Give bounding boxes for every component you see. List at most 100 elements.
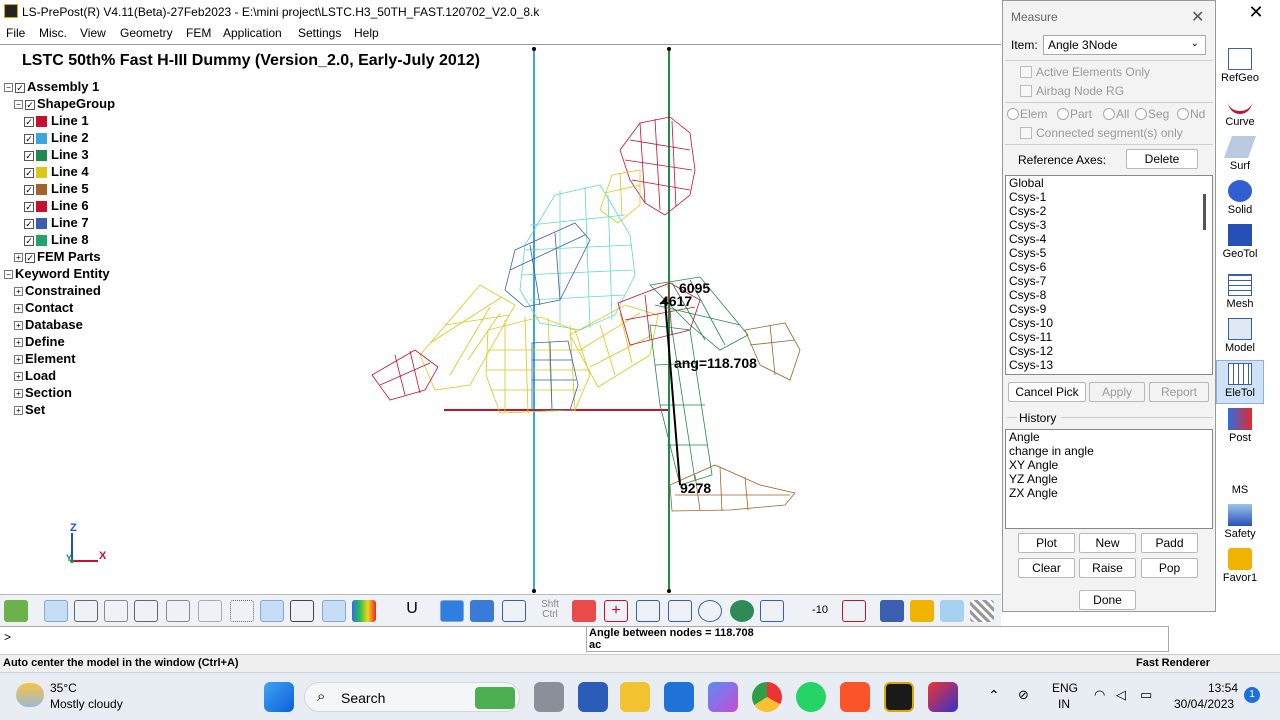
padd-button[interactable]: Padd — [1141, 533, 1198, 553]
menu-help[interactable]: Help — [354, 26, 379, 40]
pop-button[interactable]: Pop — [1141, 558, 1198, 578]
globe-icon[interactable] — [730, 600, 754, 622]
cancel-pick-button[interactable]: Cancel Pick — [1008, 382, 1086, 402]
tree-keyword-section[interactable]: + Section — [14, 384, 72, 401]
copilot-icon[interactable] — [708, 682, 738, 712]
plot-button[interactable]: Plot — [1018, 533, 1075, 553]
radio-part[interactable] — [1057, 108, 1069, 120]
pick-mode-icon[interactable] — [4, 600, 28, 622]
file-explorer-icon[interactable] — [620, 682, 650, 712]
axes-item[interactable]: Csys-5 — [1006, 246, 1212, 260]
measure-close-icon[interactable]: ✕ — [1191, 7, 1204, 27]
history-item[interactable]: YZ Angle — [1006, 472, 1212, 486]
checker-icon[interactable] — [970, 600, 994, 622]
element-cube-icon[interactable] — [260, 600, 284, 622]
tool-model[interactable]: Model — [1216, 318, 1264, 354]
new-button[interactable]: New — [1079, 533, 1136, 553]
window-close-button[interactable]: ✕ — [1244, 1, 1268, 23]
radio-elem[interactable] — [1007, 108, 1019, 120]
center-plus-icon[interactable]: + — [604, 600, 628, 622]
axes-item[interactable]: Csys-13 — [1006, 358, 1212, 372]
edge-cube-icon[interactable] — [198, 600, 222, 622]
wifi-icon[interactable]: ◠ — [1094, 687, 1105, 703]
home-view-icon[interactable] — [910, 600, 934, 622]
wire-view-icon[interactable] — [502, 600, 526, 622]
tree-fem-parts[interactable]: + ✓ FEM Parts — [14, 248, 101, 265]
tree-keyword-define[interactable]: + Define — [14, 333, 65, 350]
tree-keyword-constrained[interactable]: + Constrained — [14, 282, 101, 299]
tool-post[interactable]: Post — [1216, 408, 1264, 444]
connected-only-checkbox[interactable] — [1020, 127, 1032, 139]
axes-item[interactable]: Csys-2 — [1006, 204, 1212, 218]
tree-line-8[interactable]: ✓ Line 8 — [24, 231, 89, 248]
axes-item[interactable]: Csys-11 — [1006, 330, 1212, 344]
tree-shapegroup[interactable]: − ✓ ShapeGroup — [14, 95, 115, 112]
solid-mesh-icon[interactable] — [290, 600, 314, 622]
reference-axes-list[interactable]: Global Csys-1 Csys-2 Csys-3 Csys-4 Csys-… — [1005, 175, 1213, 375]
whatsapp-icon[interactable] — [796, 682, 826, 712]
tree-keyword-set[interactable]: + Set — [14, 401, 45, 418]
tree-assembly[interactable]: − ✓ Assembly 1 — [4, 78, 99, 95]
iso-view-icon[interactable] — [440, 600, 464, 622]
active-elements-checkbox[interactable] — [1020, 66, 1032, 78]
menu-file[interactable]: File — [6, 26, 25, 40]
list-scrollbar-thumb[interactable] — [1203, 194, 1206, 230]
radio-all[interactable] — [1103, 108, 1115, 120]
history-list[interactable]: Angle change in angle XY Angle YZ Angle … — [1005, 429, 1213, 529]
weather-condition[interactable]: Mostly cloudy — [50, 697, 123, 711]
brave-icon[interactable] — [840, 682, 870, 712]
history-item[interactable]: change in angle — [1006, 444, 1212, 458]
done-button[interactable]: Done — [1079, 590, 1136, 610]
mail-icon[interactable] — [664, 682, 694, 712]
tree-line-6[interactable]: ✓ Line 6 — [24, 197, 89, 214]
clock-time[interactable]: 13:54 — [1208, 681, 1238, 695]
rotate-view-icon[interactable] — [698, 600, 722, 622]
tool-curve[interactable]: Curve — [1216, 92, 1264, 128]
tool-solid[interactable]: Solid — [1216, 180, 1264, 216]
axes-item[interactable]: Csys-6 — [1006, 260, 1212, 274]
tree-line-5[interactable]: ✓ Line 5 — [24, 180, 89, 197]
tree-line-3[interactable]: ✓ Line 3 — [24, 146, 89, 163]
tree-line-2[interactable]: ✓ Line 2 — [24, 129, 89, 146]
start-icon[interactable] — [264, 682, 294, 712]
axes-item[interactable]: Csys-7 — [1006, 274, 1212, 288]
airbag-node-checkbox[interactable] — [1020, 85, 1032, 97]
axes-item[interactable]: Global — [1006, 176, 1212, 190]
tree-keyword-element[interactable]: + Element — [14, 350, 76, 367]
cube-select-icon[interactable] — [880, 600, 904, 622]
tree-keyword-contact[interactable]: + Contact — [14, 299, 73, 316]
dummy-model-view[interactable] — [0, 45, 1001, 595]
transparent-cube-icon[interactable] — [322, 600, 346, 622]
weather-temperature[interactable]: 35°C — [50, 681, 77, 695]
shift-ctrl-toggle[interactable]: Shft Ctrl — [538, 600, 562, 622]
tree-keyword-database[interactable]: + Database — [14, 316, 83, 333]
radio-nd[interactable] — [1177, 108, 1189, 120]
shaded-cube-icon[interactable] — [74, 600, 98, 622]
axes-item[interactable]: Csys-9 — [1006, 302, 1212, 316]
light-icon[interactable] — [940, 600, 964, 622]
menu-misc[interactable]: Misc. — [39, 26, 67, 40]
word-icon[interactable] — [578, 682, 608, 712]
network-off-icon[interactable]: ⊘ — [1018, 687, 1029, 703]
lsprepost-taskbar-icon[interactable] — [884, 682, 914, 712]
task-view-icon[interactable] — [534, 682, 564, 712]
axes-item[interactable]: Csys-12 — [1006, 344, 1212, 358]
tree-keyword-load[interactable]: + Load — [14, 367, 56, 384]
clear-button[interactable]: Clear — [1018, 558, 1075, 578]
notification-badge[interactable]: 1 — [1244, 687, 1260, 703]
history-item[interactable]: ZX Angle — [1006, 486, 1212, 500]
tree-line-7[interactable]: ✓ Line 7 — [24, 214, 89, 231]
language-region[interactable]: IN — [1058, 697, 1070, 711]
axes-item[interactable]: Csys-8 — [1006, 288, 1212, 302]
hidden-line-cube-icon[interactable] — [104, 600, 128, 622]
tree-keyword-entity[interactable]: − Keyword Entity — [4, 265, 110, 282]
axes-item[interactable]: Csys-3 — [1006, 218, 1212, 232]
battery-icon[interactable]: ▭ — [1140, 687, 1152, 703]
raise-button[interactable]: Raise — [1079, 558, 1136, 578]
tool-surf[interactable]: Surf — [1216, 136, 1264, 172]
tool-ms[interactable]: MS — [1216, 460, 1264, 496]
tool-favor1[interactable]: Favor1 — [1216, 548, 1264, 584]
weather-icon[interactable] — [16, 683, 44, 707]
taskbar-search[interactable]: ⌕ Search — [304, 682, 520, 712]
menu-fem[interactable]: FEM — [186, 26, 211, 40]
